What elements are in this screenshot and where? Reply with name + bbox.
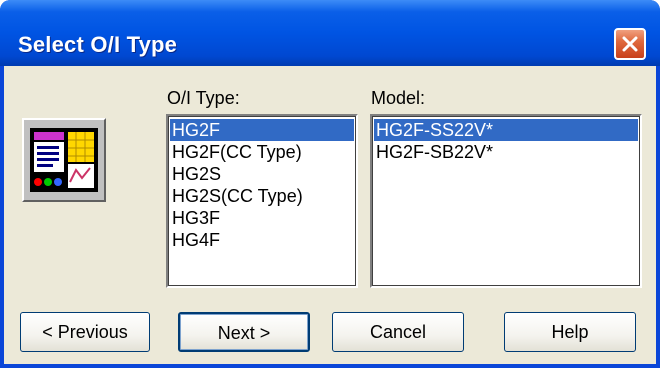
dialog-window: Select O/I Type O/I Type: HG2F HG2F(CC T… [0, 0, 660, 368]
title-bar[interactable]: Select O/I Type [0, 0, 660, 66]
close-icon [622, 36, 638, 52]
list-item[interactable]: HG2S [170, 163, 354, 185]
list-item[interactable]: HG2S(CC Type) [170, 185, 354, 207]
list-item[interactable]: HG2F-SB22V* [374, 141, 638, 163]
next-button[interactable]: Next > [178, 312, 310, 352]
oi-type-label: O/I Type: [167, 88, 240, 108]
dialog-body: O/I Type: HG2F HG2F(CC Type) HG2S HG2S(CC T… [4, 66, 656, 364]
list-item[interactable]: HG2F(CC Type) [170, 141, 354, 163]
window-title: Select O/I Type [18, 32, 178, 57]
list-item[interactable]: HG3F [170, 207, 354, 229]
operator-interface-icon [22, 118, 106, 202]
model-label: Model: [371, 88, 426, 108]
cancel-button[interactable]: Cancel [332, 312, 464, 352]
model-listbox[interactable]: HG2F-SS22V* HG2F-SB22V* [370, 114, 642, 288]
help-button[interactable]: Help [504, 312, 636, 352]
close-button[interactable] [614, 28, 646, 60]
list-item[interactable]: HG2F-SS22V* [374, 119, 638, 141]
previous-button[interactable]: < Previous [20, 312, 150, 352]
list-item[interactable]: HG4F [170, 229, 354, 251]
list-item[interactable]: HG2F [170, 119, 354, 141]
oi-type-listbox[interactable]: HG2F HG2F(CC Type) HG2S HG2S(CC Type) HG3F HG… [166, 114, 358, 288]
